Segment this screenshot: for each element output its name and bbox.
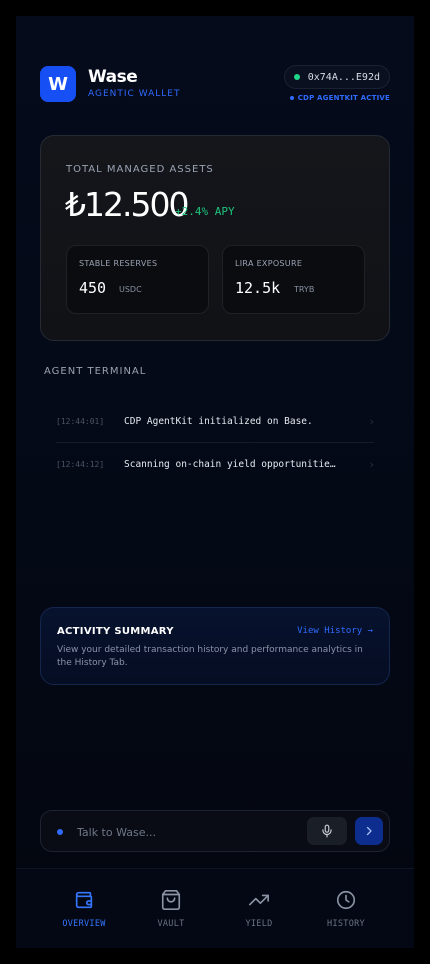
activity-summary-card: ACTIVITY SUMMARY View History → View you… bbox=[40, 607, 390, 685]
wallet-icon bbox=[75, 891, 93, 909]
log-timestamp: [12:44:12] bbox=[56, 459, 105, 469]
nav-label: HISTORY bbox=[327, 919, 365, 929]
lira-exposure-card: LIRA EXPOSURE 12.5k TRYB bbox=[222, 245, 365, 314]
terminal-title: AGENT TERMINAL bbox=[44, 366, 147, 377]
chat-input[interactable] bbox=[77, 821, 297, 843]
brand-subtitle: AGENTIC WALLET bbox=[88, 89, 181, 99]
cdp-status-dot bbox=[289, 96, 294, 100]
chevron-right-icon: › bbox=[369, 415, 374, 428]
activity-summary-description: View your detailed transaction history a… bbox=[57, 645, 363, 668]
shopping-bag-icon bbox=[161, 890, 181, 910]
activity-summary-title: ACTIVITY SUMMARY bbox=[57, 626, 174, 637]
stable-reserves-value: 450 bbox=[79, 279, 107, 297]
lira-exposure-label: LIRA EXPOSURE bbox=[235, 259, 303, 268]
nav-label: YIELD bbox=[245, 919, 273, 929]
assets-value: ₺12.500 bbox=[65, 185, 189, 224]
microphone-button[interactable] bbox=[307, 817, 347, 845]
nav-item-overview[interactable]: OVERVIEW bbox=[44, 889, 124, 929]
trending-up-icon bbox=[249, 894, 269, 906]
assets-card: TOTAL MANAGED ASSETS ₺12.500 +2.4% APY S… bbox=[40, 135, 390, 341]
lira-exposure-value: 12.5k bbox=[235, 279, 281, 297]
microphone-icon bbox=[322, 824, 332, 838]
stable-reserves-card: STABLE RESERVES 450 USDC bbox=[66, 245, 209, 314]
cdp-status-text: CDP AGENTKIT ACTIVE bbox=[297, 94, 390, 102]
chevron-right-icon bbox=[366, 826, 372, 836]
chat-input-bar bbox=[40, 810, 390, 852]
stable-reserves-unit: USDC bbox=[119, 285, 142, 294]
view-history-link[interactable]: View History → bbox=[297, 626, 373, 636]
terminal-log-row[interactable]: [12:44:12] Scanning on-chain yield oppor… bbox=[56, 443, 374, 485]
log-timestamp: [12:44:01] bbox=[56, 417, 105, 426]
cdp-status: CDP AGENTKIT ACTIVE bbox=[289, 94, 390, 102]
nav-item-vault[interactable]: VAULT bbox=[131, 889, 211, 929]
wallet-address: 0x74A...E92d bbox=[307, 71, 380, 83]
app-logo: W bbox=[40, 66, 76, 102]
header: W Wase AGENTIC WALLET 0x74A...E92d CDP A… bbox=[40, 65, 390, 116]
nav-label: VAULT bbox=[157, 919, 185, 929]
online-status-dot bbox=[293, 74, 300, 80]
app-screen: W Wase AGENTIC WALLET 0x74A...E92d CDP A… bbox=[16, 16, 414, 948]
assets-label: TOTAL MANAGED ASSETS bbox=[66, 164, 214, 175]
log-message: CDP AgentKit initialized on Base. bbox=[124, 416, 313, 427]
assets-apy: +2.4% APY bbox=[175, 205, 235, 218]
send-button[interactable] bbox=[355, 817, 383, 845]
chevron-right-icon: › bbox=[369, 457, 374, 471]
terminal-log-row[interactable]: [12:44:01] CDP AgentKit initialized on B… bbox=[56, 401, 374, 443]
log-message: Scanning on-chain yield opportunities... bbox=[124, 458, 338, 470]
clock-icon bbox=[336, 890, 356, 910]
brand: Wase AGENTIC WALLET bbox=[88, 67, 180, 99]
agent-status-dot bbox=[57, 829, 63, 835]
wallet-address-button[interactable]: 0x74A...E92d bbox=[283, 65, 390, 89]
stable-reserves-label: STABLE RESERVES bbox=[79, 259, 158, 268]
brand-name: Wase bbox=[88, 67, 138, 87]
nav-label: OVERVIEW bbox=[62, 919, 106, 929]
nav-item-yield[interactable]: YIELD bbox=[219, 889, 299, 929]
lira-exposure-unit: TRYB bbox=[294, 285, 315, 294]
bottom-nav: OVERVIEW VAULT YIELD HISTORY bbox=[16, 868, 414, 948]
nav-item-history[interactable]: HISTORY bbox=[306, 889, 386, 929]
